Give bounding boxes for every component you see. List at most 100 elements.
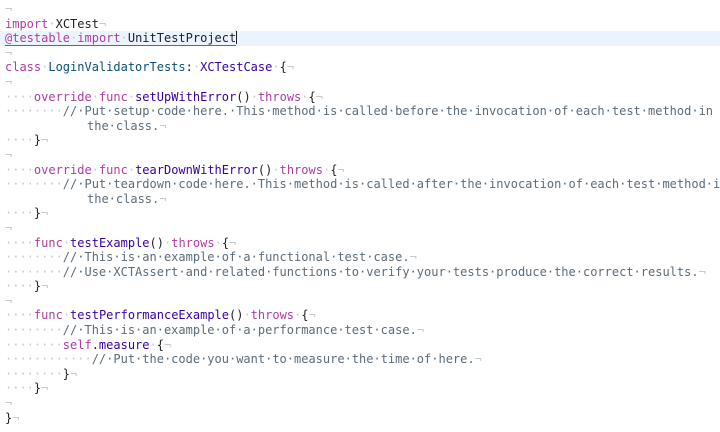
code-line[interactable]: ····}¬: [0, 381, 720, 396]
code-line[interactable]: ········//·Put·teardown·code·here.·This·…: [0, 177, 720, 192]
code-line[interactable]: ····override·func·setUpWithError()·throw…: [0, 90, 720, 105]
invisible-char: ¬: [5, 74, 13, 89]
code-token: {: [279, 60, 287, 75]
code-token: :: [185, 60, 193, 75]
code-line[interactable]: ····}¬: [0, 133, 720, 148]
code-token: tearDownWithError: [135, 162, 258, 177]
code-token: @testable: [5, 31, 71, 47]
code-line[interactable]: import·XCTest¬: [0, 17, 720, 32]
code-token: UnitTestProject: [127, 31, 237, 47]
code-token: override: [33, 89, 92, 104]
invisible-char: ·: [272, 162, 280, 177]
invisible-char: ¬: [12, 410, 20, 425]
invisible-char: ········: [5, 323, 63, 338]
code-token: //·This·is·an·example·of·a·functional·te…: [62, 250, 410, 265]
code-line[interactable]: ········//·Use·XCTAssert·and·related·fun…: [0, 265, 720, 280]
invisible-char: ¬: [229, 235, 237, 250]
code-token: func: [33, 235, 63, 250]
code-token: (): [236, 89, 251, 104]
invisible-char: ¬: [159, 118, 167, 133]
code-line[interactable]: ¬: [0, 294, 720, 309]
code-token: func: [98, 89, 128, 104]
invisible-char: ¬: [5, 220, 13, 235]
invisible-char: ····: [5, 381, 34, 396]
invisible-char: ·: [301, 89, 309, 104]
code-line[interactable]: ············//·Put·the·code·you·want·to·…: [0, 352, 720, 367]
code-line[interactable]: ····}¬: [0, 206, 720, 221]
code-line[interactable]: ¬: [0, 221, 720, 236]
invisible-char: ·: [91, 162, 99, 177]
code-token: the·class.: [87, 118, 160, 133]
code-token: //·Put·teardown·code·here.·This·method·i…: [62, 177, 720, 192]
code-line[interactable]: ¬: [0, 396, 720, 411]
invisible-char: ········: [5, 177, 63, 192]
invisible-char: ········: [5, 104, 63, 119]
code-token: the·class.: [87, 191, 160, 206]
invisible-char: ¬: [41, 206, 49, 221]
text-cursor: [236, 31, 238, 45]
code-line[interactable]: class·LoginValidatorTests:·XCTestCase·{¬: [0, 60, 720, 75]
code-token: {: [156, 337, 164, 352]
invisible-char: ¬: [5, 293, 13, 308]
code-line[interactable]: ····}¬: [0, 279, 720, 294]
invisible-char: ····: [5, 206, 34, 221]
invisible-char: ¬: [698, 264, 706, 279]
code-line[interactable]: ········self.measure·{¬: [0, 338, 720, 353]
invisible-char: ¬: [5, 396, 13, 411]
code-token: (): [149, 235, 164, 250]
code-line[interactable]: ········//·This·is·an·example·of·a·funct…: [0, 250, 720, 265]
code-token: class: [5, 60, 42, 75]
code-line[interactable]: }¬: [0, 411, 720, 426]
invisible-char: ····: [5, 133, 34, 148]
invisible-char: ·: [120, 31, 128, 47]
invisible-char: ············: [5, 352, 92, 367]
code-line[interactable]: ····func·testExample()·throws·{¬: [0, 236, 720, 251]
invisible-char: ········: [5, 250, 63, 265]
code-editor[interactable]: ¬ import·XCTest¬ @testable·import·UnitTest…: [0, 0, 720, 432]
code-token: //·Put·setup·code·here.·This·method·is·c…: [62, 104, 714, 119]
code-token: throws: [171, 235, 215, 250]
code-token: XCTest: [55, 16, 99, 31]
code-line[interactable]: ········}¬: [0, 367, 720, 382]
invisible-char: ¬: [159, 191, 167, 206]
invisible-char: ········: [5, 366, 63, 381]
invisible-char: ········: [5, 337, 63, 352]
code-line[interactable]: ········//·This·is·an·example·of·a·perfo…: [0, 323, 720, 338]
code-token: throws: [279, 162, 323, 177]
invisible-char: ¬: [286, 60, 295, 75]
invisible-char: ·: [62, 308, 71, 323]
invisible-char: ·: [62, 235, 71, 250]
invisible-char: ¬: [315, 89, 323, 104]
code-token: {: [221, 235, 230, 250]
invisible-char: ¬: [41, 279, 49, 294]
code-line[interactable]: ¬: [0, 46, 720, 61]
code-line[interactable]: ¬: [0, 75, 720, 90]
invisible-char: ·: [272, 60, 280, 75]
code-line[interactable]: ¬: [0, 148, 720, 163]
invisible-char: ¬: [5, 147, 13, 162]
invisible-char: ¬: [5, 45, 13, 60]
code-token: setUpWithError: [135, 89, 237, 104]
invisible-char: ¬: [474, 352, 482, 367]
code-token: testPerformanceExample: [70, 308, 229, 323]
invisible-char: ····: [5, 89, 34, 104]
code-line[interactable]: ¬: [0, 2, 720, 17]
code-token: throws: [257, 89, 302, 104]
invisible-char: ¬: [41, 381, 49, 396]
code-token: testExample: [70, 235, 150, 250]
code-line[interactable]: ········//·Put·setup·code·here.·This·met…: [0, 104, 720, 119]
code-line[interactable]: ····override·func·tearDownWithError()·th…: [0, 163, 720, 178]
invisible-char: ¬: [337, 162, 345, 177]
invisible-char: ····: [5, 279, 34, 294]
code-token: }: [62, 366, 71, 381]
code-line[interactable]: the·class.¬: [0, 119, 720, 134]
invisible-char: ¬: [409, 250, 417, 265]
invisible-char: ·: [149, 337, 157, 352]
code-line[interactable]: the·class.¬: [0, 192, 720, 207]
code-token: func: [98, 162, 128, 177]
invisible-char: ········: [5, 264, 63, 279]
code-line[interactable]: ····func·testPerformanceExample()·throws…: [0, 308, 720, 323]
code-line-current[interactable]: @testable·import·UnitTestProject: [0, 31, 720, 47]
invisible-char: ·: [48, 16, 56, 31]
invisible-char: ·: [250, 89, 258, 104]
